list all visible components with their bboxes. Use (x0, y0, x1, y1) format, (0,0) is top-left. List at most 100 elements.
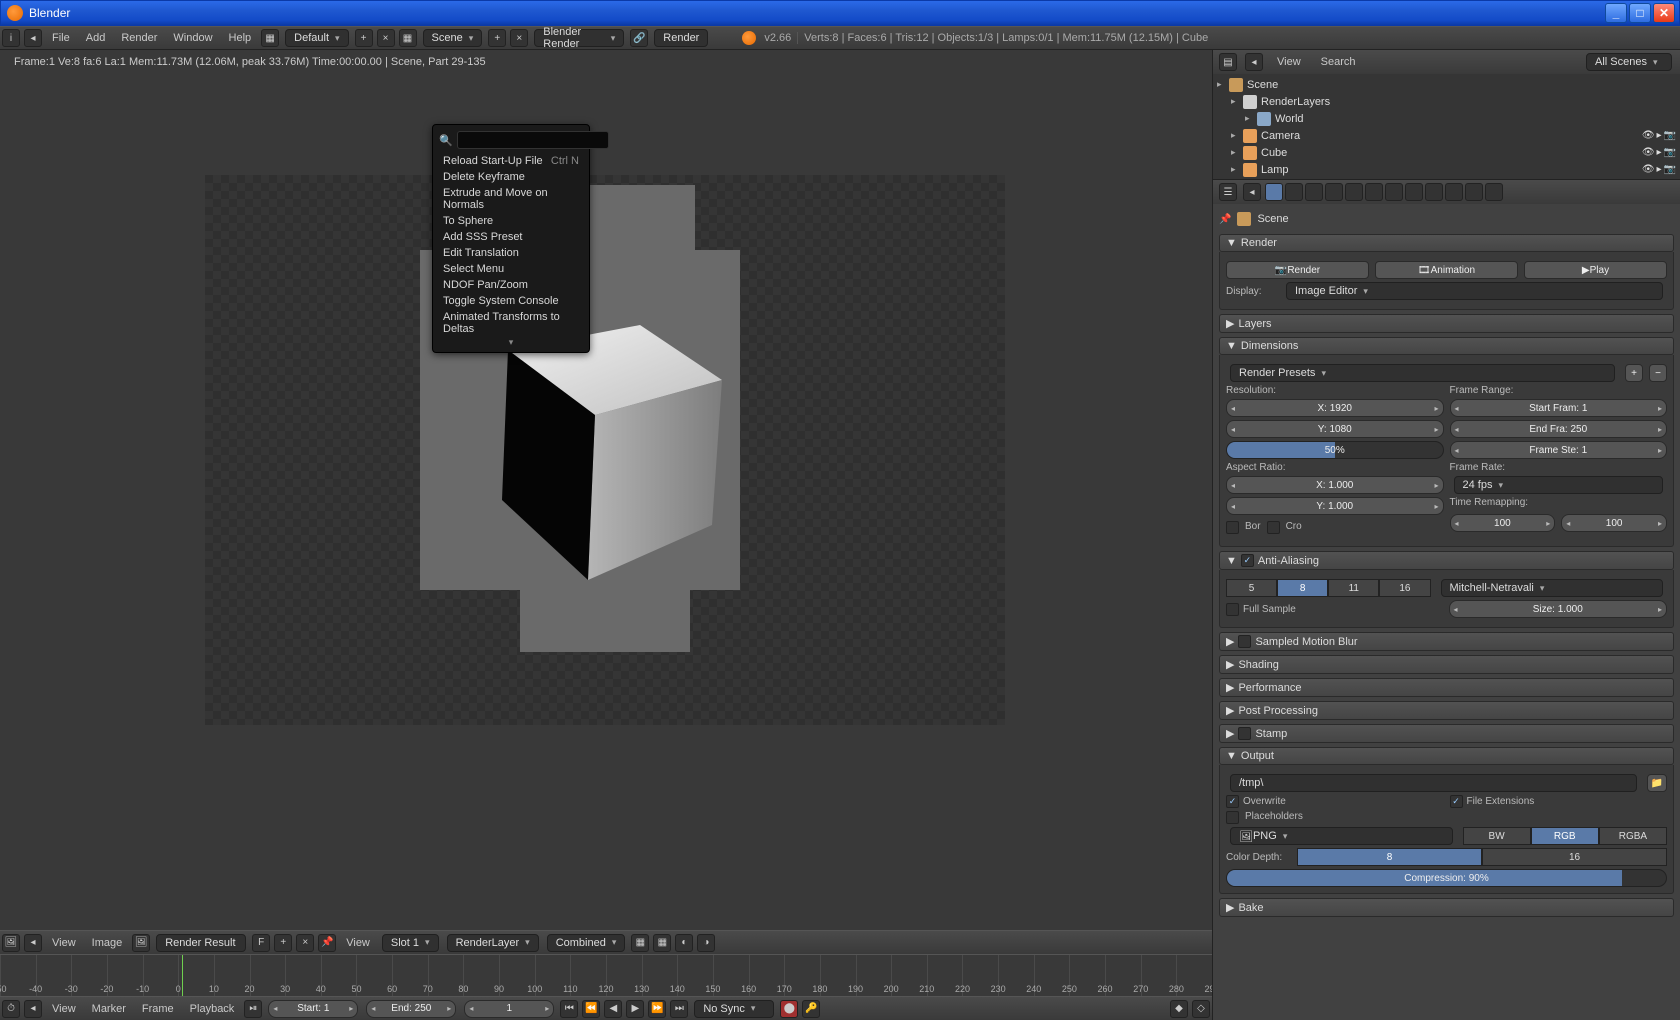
color-depth-segmented[interactable]: 816 (1297, 848, 1667, 866)
window-close-button[interactable]: ✕ (1653, 3, 1675, 23)
use-preview-range-icon[interactable]: ⏯ (244, 1000, 262, 1018)
outliner-item[interactable]: ▸Camera👁▸📷 (1217, 127, 1676, 144)
compression-field[interactable]: Compression: 90% (1226, 869, 1667, 887)
render-pass-select[interactable]: Combined (547, 934, 626, 952)
jump-end-icon[interactable]: ⏭ (670, 1000, 688, 1018)
resolution-x-field[interactable]: X: 1920 (1226, 399, 1444, 417)
jump-start-icon[interactable]: ⏮ (560, 1000, 578, 1018)
auto-keyframe-icon[interactable]: ⬤ (780, 1000, 798, 1018)
outliner-item[interactable]: ▸World (1217, 110, 1676, 127)
keying-set-icon[interactable]: 🔑 (802, 1000, 820, 1018)
play-button[interactable]: ▶ Play (1524, 261, 1667, 279)
layout-add-button[interactable]: + (355, 29, 373, 47)
keyframe-prev-icon[interactable]: ⏪ (582, 1000, 600, 1018)
menu-view[interactable]: View (1269, 56, 1309, 68)
menu-window[interactable]: Window (165, 32, 220, 44)
crop-checkbox[interactable] (1267, 521, 1280, 534)
menu-view[interactable]: View (44, 937, 84, 949)
editor-type-icon[interactable]: 🖼 (2, 934, 20, 952)
search-result-item[interactable]: To Sphere (433, 213, 589, 229)
file-format-select[interactable]: 🖼 PNG (1230, 827, 1453, 845)
menu-frame[interactable]: Frame (134, 1003, 182, 1015)
panel-header-bake[interactable]: ▶ Bake (1219, 898, 1674, 917)
panel-header-layers[interactable]: ▶ Layers (1219, 314, 1674, 333)
end-frame-field[interactable]: End: 250 (366, 1000, 456, 1018)
file-browse-button[interactable]: 📁 (1647, 774, 1667, 792)
overwrite-checkbox[interactable] (1226, 795, 1239, 808)
editor-type-icon[interactable]: ▤ (1219, 53, 1237, 71)
fake-user-button[interactable]: F (252, 934, 270, 952)
panel-header-output[interactable]: ▼ Output (1219, 747, 1674, 765)
editor-type-icon[interactable]: ⏱ (2, 1000, 20, 1018)
render-engine-select[interactable]: Blender Render (534, 29, 624, 47)
search-result-item[interactable]: Select Menu (433, 261, 589, 277)
panel-header-render[interactable]: ▼ Render (1219, 234, 1674, 252)
frame-end-field[interactable]: End Fra: 250 (1450, 420, 1668, 438)
segment-option[interactable]: 16 (1379, 579, 1430, 597)
search-result-item[interactable]: Extrude and Move on Normals (433, 185, 589, 213)
segment-option[interactable]: 11 (1328, 579, 1379, 597)
menu-file[interactable]: File (44, 32, 78, 44)
resolution-percentage-field[interactable]: 50% (1226, 441, 1444, 459)
segment-option[interactable]: BW (1463, 827, 1531, 845)
aa-filter-select[interactable]: Mitchell-Netravali (1441, 579, 1664, 597)
search-result-item[interactable]: Reload Start-Up FileCtrl N (433, 153, 589, 169)
scene-select[interactable]: Scene (423, 29, 483, 47)
search-result-item[interactable]: Add SSS Preset (433, 229, 589, 245)
segment-option[interactable]: 8 (1297, 848, 1482, 866)
current-frame-field[interactable]: 1 (464, 1000, 554, 1018)
search-result-item[interactable]: NDOF Pan/Zoom (433, 277, 589, 293)
preset-add-button[interactable]: + (1625, 364, 1643, 382)
tab-particles[interactable] (1465, 183, 1483, 201)
search-result-item[interactable]: Animated Transforms to Deltas (433, 309, 589, 337)
stamp-enable-checkbox[interactable] (1238, 727, 1251, 740)
menu-view[interactable]: View (44, 1003, 84, 1015)
aspect-y-field[interactable]: Y: 1.000 (1226, 497, 1444, 515)
outliner-item[interactable]: ▸Cube👁▸📷 (1217, 144, 1676, 161)
tab-data[interactable] (1405, 183, 1423, 201)
menu-search[interactable]: Search (1313, 56, 1364, 68)
image-browse-icon[interactable]: 🖼 (132, 934, 150, 952)
menu-help[interactable]: Help (221, 32, 260, 44)
keyframe-next-icon[interactable]: ⏩ (648, 1000, 666, 1018)
border-checkbox[interactable] (1226, 521, 1239, 534)
image-name-field[interactable]: Render Result (156, 934, 246, 952)
output-path-field[interactable]: /tmp\ (1230, 774, 1637, 792)
segment-option[interactable]: RGB (1531, 827, 1599, 845)
menu-image[interactable]: Image (84, 937, 131, 949)
render-link-icon[interactable]: 🔗 (630, 29, 648, 47)
tab-texture[interactable] (1445, 183, 1463, 201)
scene-browse-icon[interactable]: ▦ (399, 29, 417, 47)
frame-step-field[interactable]: Frame Ste: 1 (1450, 441, 1668, 459)
collapse-menu-icon[interactable]: ◂ (24, 1000, 42, 1018)
image-viewport[interactable]: 🔍 Reload Start-Up FileCtrl NDelete Keyfr… (0, 50, 1212, 930)
image-remove-button[interactable]: × (296, 934, 314, 952)
tab-scene[interactable] (1305, 183, 1323, 201)
panel-header-performance[interactable]: ▶ Performance (1219, 678, 1674, 697)
draw-channel-icon[interactable]: ◑ (697, 934, 715, 952)
search-result-item[interactable]: Edit Translation (433, 245, 589, 261)
tab-material[interactable] (1425, 183, 1443, 201)
tab-object[interactable] (1345, 183, 1363, 201)
full-sample-checkbox[interactable] (1226, 603, 1239, 616)
outliner-display-select[interactable]: All Scenes (1586, 53, 1672, 71)
play-reverse-icon[interactable]: ◀ (604, 1000, 622, 1018)
aa-enable-checkbox[interactable] (1241, 554, 1254, 567)
render-preset-select[interactable]: Render Presets (1230, 364, 1615, 382)
panel-header-aa[interactable]: ▼ Anti-Aliasing (1219, 551, 1674, 570)
menu-add[interactable]: Add (78, 32, 114, 44)
menu-view-mode[interactable]: View (338, 937, 378, 949)
menu-render[interactable]: Render (113, 32, 165, 44)
placeholders-checkbox[interactable] (1226, 811, 1239, 824)
filter-size-field[interactable]: Size: 1.000 (1449, 600, 1668, 618)
outliner-item[interactable]: ▸Scene (1217, 76, 1676, 93)
window-maximize-button[interactable]: □ (1629, 3, 1651, 23)
remap-new-field[interactable]: 100 (1561, 514, 1667, 532)
preset-remove-button[interactable]: − (1649, 364, 1667, 382)
panel-header-shading[interactable]: ▶ Shading (1219, 655, 1674, 674)
aspect-x-field[interactable]: X: 1.000 (1226, 476, 1444, 494)
search-input[interactable] (457, 131, 609, 149)
tab-render-layers[interactable] (1285, 183, 1303, 201)
panel-header-dimensions[interactable]: ▼ Dimensions (1219, 337, 1674, 355)
aa-samples-segmented[interactable]: 581116 (1226, 579, 1431, 597)
